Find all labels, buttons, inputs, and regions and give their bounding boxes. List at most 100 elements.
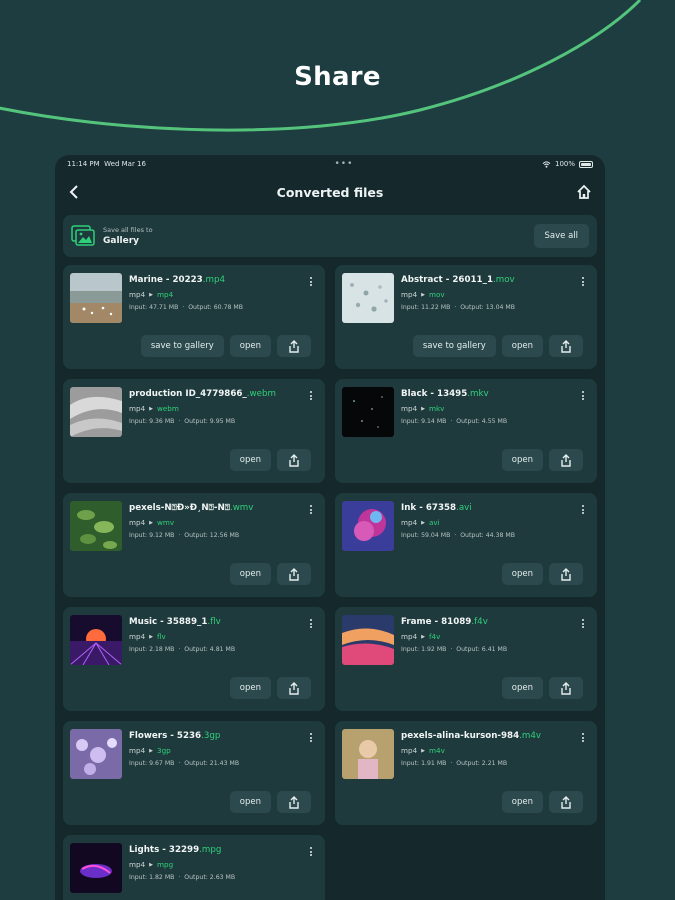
more-options-icon[interactable] — [579, 619, 587, 631]
source-format: mp4 — [401, 632, 418, 641]
video-thumbnail[interactable] — [70, 729, 122, 779]
video-thumbnail[interactable] — [70, 273, 122, 323]
video-thumbnail[interactable] — [342, 729, 394, 779]
source-format: mp4 — [129, 632, 146, 641]
more-options-icon[interactable] — [307, 619, 315, 631]
open-button[interactable]: open — [501, 563, 543, 585]
wifi-icon — [542, 160, 551, 168]
arrow-right-icon: ▶ — [149, 747, 153, 754]
output-size: Output: 13.04 MB — [460, 304, 515, 311]
file-name: Marine - 20223.mp4 — [129, 275, 303, 285]
video-thumbnail[interactable] — [342, 387, 394, 437]
save-all-button[interactable]: Save all — [533, 224, 589, 248]
file-extension: .wmv — [229, 503, 254, 513]
multitask-dots[interactable]: ••• — [335, 159, 354, 169]
arrow-right-icon: ▶ — [421, 747, 425, 754]
save-to-gallery-button[interactable]: save to gallery — [412, 335, 496, 357]
more-options-icon[interactable] — [307, 505, 315, 517]
input-size: Input: 9.12 MB — [129, 532, 175, 539]
input-size: Input: 11.22 MB — [401, 304, 451, 311]
input-size: Input: 2.18 MB — [129, 646, 175, 653]
file-sizes: Input: 9.12 MB · Output: 12.56 MB — [129, 532, 240, 539]
file-name-base: Marine - 20223 — [129, 275, 203, 285]
source-format: mp4 — [401, 290, 418, 299]
share-button[interactable] — [277, 791, 311, 813]
open-button[interactable]: open — [229, 677, 271, 699]
video-thumbnail[interactable] — [342, 273, 394, 323]
open-button[interactable]: open — [501, 449, 543, 471]
source-format: mp4 — [401, 746, 418, 755]
file-name-base: Ink - 67358 — [401, 503, 457, 513]
file-extension: .3gp — [201, 731, 221, 741]
more-options-icon[interactable] — [579, 277, 587, 289]
source-format: mp4 — [129, 518, 146, 527]
share-button[interactable] — [549, 335, 583, 357]
file-name-base: pexels-Ñ⍰Ð»Ð¸Ñ⍰-Ñ⍰ — [129, 503, 230, 513]
format-conversion: mp4 ▶ m4v — [401, 746, 575, 755]
open-button[interactable]: open — [501, 677, 543, 699]
output-size: Output: 44.38 MB — [460, 532, 515, 539]
back-button[interactable] — [63, 181, 85, 203]
video-thumbnail[interactable] — [70, 387, 122, 437]
share-button[interactable] — [277, 449, 311, 471]
more-options-icon[interactable] — [307, 733, 315, 745]
format-conversion: mp4 ▶ mov — [401, 290, 575, 299]
file-name: Music - 35889_1.flv — [129, 617, 303, 627]
output-size: Output: 6.41 MB — [456, 646, 508, 653]
share-button[interactable] — [549, 677, 583, 699]
file-extension: .m4v — [519, 731, 542, 741]
file-extension: .f4v — [471, 617, 488, 627]
file-name: Abstract - 26011_1.mov — [401, 275, 575, 285]
share-button[interactable] — [277, 335, 311, 357]
share-icon — [289, 339, 299, 353]
more-options-icon[interactable] — [307, 277, 315, 289]
more-options-icon[interactable] — [579, 733, 587, 745]
file-name-base: Abstract - 26011_1 — [401, 275, 493, 285]
file-name-base: pexels-alina-kurson-984 — [401, 731, 520, 741]
video-thumbnail[interactable] — [70, 501, 122, 551]
target-format: 3gp — [157, 746, 171, 755]
source-format: mp4 — [401, 404, 418, 413]
share-button[interactable] — [549, 449, 583, 471]
home-button[interactable] — [573, 181, 595, 203]
output-size: Output: 12.56 MB — [184, 532, 240, 539]
share-icon — [289, 681, 299, 695]
arrow-right-icon: ▶ — [421, 633, 425, 640]
open-button[interactable]: open — [501, 791, 543, 813]
input-size: Input: 1.92 MB — [401, 646, 447, 653]
open-button[interactable]: open — [229, 791, 271, 813]
more-options-icon[interactable] — [579, 391, 587, 403]
share-button[interactable] — [277, 563, 311, 585]
more-options-icon[interactable] — [307, 391, 315, 403]
video-thumbnail[interactable] — [342, 615, 394, 665]
file-name-base: Music - 35889_1 — [129, 617, 208, 627]
target-format: m4v — [429, 746, 445, 755]
open-button[interactable]: open — [501, 335, 543, 357]
share-icon — [289, 453, 299, 467]
arrow-right-icon: ▶ — [149, 291, 153, 298]
file-sizes: Input: 47.71 MB · Output: 60.78 MB — [129, 304, 243, 311]
card-actions: open — [229, 677, 311, 699]
more-options-icon[interactable] — [579, 505, 587, 517]
open-button[interactable]: open — [229, 449, 271, 471]
gallery-icon — [71, 225, 95, 246]
file-sizes: Input: 59.04 MB · Output: 44.38 MB — [401, 532, 515, 539]
file-extension: .flv — [207, 617, 221, 627]
save-to-gallery-button[interactable]: save to gallery — [140, 335, 224, 357]
input-size: Input: 47.71 MB — [129, 304, 179, 311]
format-conversion: mp4 ▶ mkv — [401, 404, 575, 413]
video-thumbnail[interactable] — [342, 501, 394, 551]
more-options-icon[interactable] — [307, 847, 315, 859]
output-size: Output: 9.95 MB — [184, 418, 236, 425]
video-thumbnail[interactable] — [70, 843, 122, 893]
file-extension: .webm — [246, 389, 276, 399]
open-button[interactable]: open — [229, 335, 271, 357]
share-button[interactable] — [277, 677, 311, 699]
file-name: Frame - 81089.f4v — [401, 617, 575, 627]
file-card: Marine - 20223.mp4 mp4 ▶ mp4 Input: 47.7… — [63, 265, 325, 369]
video-thumbnail[interactable] — [70, 615, 122, 665]
open-button[interactable]: open — [229, 563, 271, 585]
target-format: avi — [429, 518, 440, 527]
share-button[interactable] — [549, 791, 583, 813]
share-button[interactable] — [549, 563, 583, 585]
